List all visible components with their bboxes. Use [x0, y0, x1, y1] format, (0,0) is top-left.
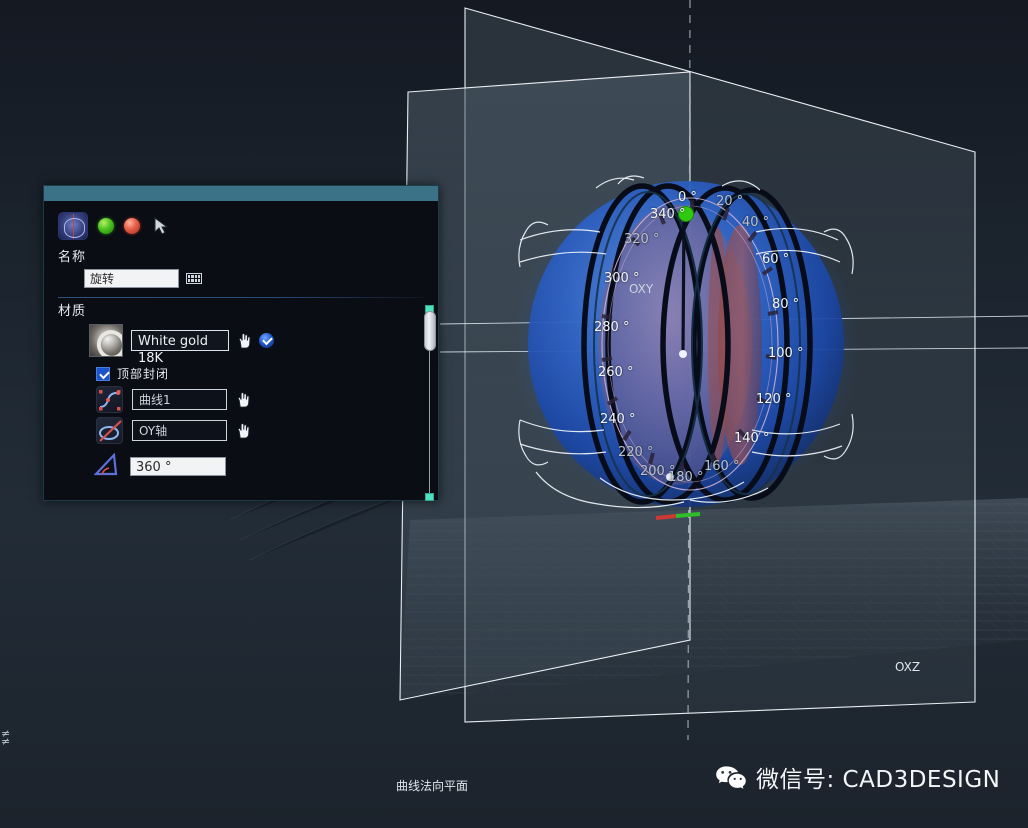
angle-tick-200: 200 ° [640, 464, 675, 479]
angle-tick-80: 80 ° [772, 297, 799, 312]
name-input[interactable] [84, 269, 179, 288]
watermark: 微信号: CAD3DESIGN [715, 760, 1000, 794]
wechat-icon [715, 765, 747, 790]
angle-tick-140: 140 ° [734, 431, 769, 446]
rotation-handle-stem [683, 216, 684, 352]
angle-tick-100: 100 ° [768, 346, 803, 361]
top-closed-checkbox[interactable] [96, 367, 110, 381]
hand-cursor-icon [237, 333, 251, 349]
angle-tick-340: 340 ° [650, 207, 685, 222]
dialog-body: 名称 材质 White gold 18K 顶部封闭 [44, 202, 438, 500]
angle-tick-0: 0 ° [678, 190, 697, 205]
angle-tick-20: 20 ° [716, 194, 743, 209]
hand-cursor-icon-axis [236, 423, 250, 439]
top-closed-row[interactable]: 顶部封闭 [44, 357, 438, 382]
top-closed-label: 顶部封闭 [117, 365, 169, 382]
name-row [44, 267, 438, 288]
watermark-text: 微信号: CAD3DESIGN [756, 760, 1000, 794]
revolve-feature-icon [58, 212, 88, 240]
angle-tick-220: 220 ° [618, 445, 653, 460]
material-label: 材质 [44, 298, 438, 321]
chevron-down-icon[interactable] [259, 333, 274, 348]
angle-tick-260: 260 ° [598, 365, 633, 380]
handle-end-point [679, 350, 687, 358]
angle-tick-300: 300 ° [604, 271, 639, 286]
material-row: White gold 18K [44, 321, 438, 357]
angle-tick-40: 40 ° [742, 215, 769, 230]
angle-tick-320: 320 ° [624, 232, 659, 247]
keyboard-icon[interactable] [186, 273, 202, 284]
angle-tick-160: 160 ° [704, 459, 739, 474]
hand-cursor-icon-profile [236, 392, 250, 408]
dialog-title-bar[interactable] [44, 186, 438, 202]
profile-input[interactable]: 曲线1 [132, 389, 227, 410]
slider-thumb[interactable] [424, 311, 436, 351]
arrow-cursor-icon [154, 217, 170, 235]
dialog-toolbar [44, 210, 438, 240]
angle-icon [94, 453, 121, 480]
curve-icon[interactable] [96, 386, 123, 413]
ring-material-thumbnail[interactable] [89, 324, 123, 357]
axis-input[interactable]: OY轴 [132, 420, 227, 441]
angle-input[interactable]: 360 ° [130, 457, 226, 476]
cancel-button[interactable] [124, 218, 140, 234]
revolve-dialog[interactable]: 名称 材质 White gold 18K 顶部封闭 [43, 185, 439, 501]
vertical-slider[interactable] [425, 305, 435, 501]
angle-row: 360 ° [44, 444, 438, 480]
corner-marker: ≠≠ [1, 730, 10, 746]
angle-tick-240: 240 ° [600, 412, 635, 427]
profile-row: 曲线1 [44, 382, 438, 413]
angle-tick-120: 120 ° [756, 392, 791, 407]
axis-icon[interactable] [96, 417, 123, 444]
ok-button[interactable] [98, 218, 114, 234]
material-value-field[interactable]: White gold 18K [131, 330, 229, 351]
application-window: OXY OXZ 曲线法向平面 0 ° 20 ° 40 ° 60 ° 80 ° 1… [0, 0, 1028, 828]
slider-cap-bottom[interactable] [425, 493, 434, 501]
angle-tick-280: 280 ° [594, 320, 629, 335]
axis-row: OY轴 [44, 413, 438, 444]
name-label: 名称 [44, 240, 438, 267]
angle-tick-60: 60 ° [762, 252, 789, 267]
